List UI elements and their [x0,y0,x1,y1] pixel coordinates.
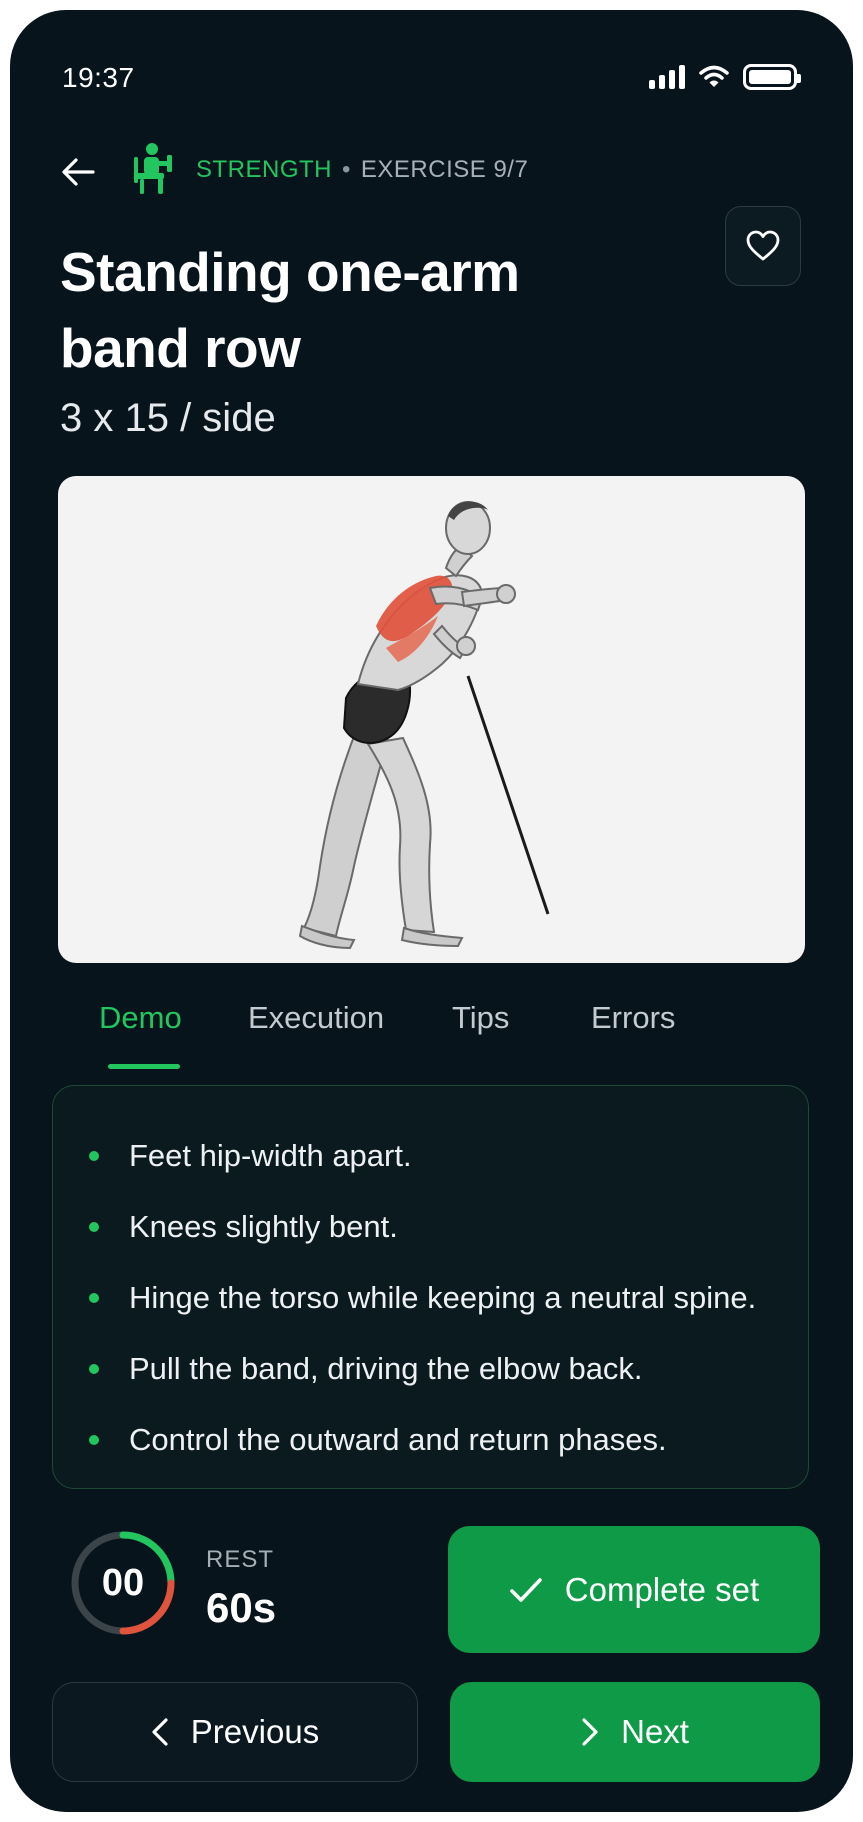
check-icon [509,1577,542,1602]
breadcrumb-separator: • [342,156,351,183]
instruction-item: Pull the band, driving the elbow back. [85,1333,774,1404]
seated-strength-icon [134,143,172,194]
instruction-text: Feet hip-width apart. [129,1137,412,1173]
instruction-text: Hinge the torso while keeping a neutral … [129,1279,757,1315]
instruction-item: Feet hip-width apart. [85,1120,774,1191]
bullet-dot [89,1363,99,1374]
instructions-list: Feet hip-width apart. Knees slightly ben… [85,1120,774,1475]
bullet-dot [89,1221,99,1232]
rest-duration: 60s [206,1584,277,1631]
exercise-tabs: Demo Execution Tips Errors [58,1000,805,1070]
rest-countdown: 00 [101,1561,145,1604]
exercise-title: Standing one-arm band row [60,241,520,379]
complete-set-label: Complete set [564,1570,760,1608]
back-button[interactable] [56,150,100,194]
arrow-left-icon [62,158,95,186]
previous-label: Previous [190,1713,320,1750]
status-time: 19:37 [62,62,135,93]
exercise-illustration [298,501,550,950]
active-tab-indicator [108,1064,180,1069]
instruction-item: Knees slightly bent. [85,1191,774,1262]
exercise-demo-image [58,476,805,963]
previous-button[interactable]: Previous [52,1682,418,1782]
sets-reps: 3 x 15 / side [60,396,276,440]
favorite-button[interactable] [725,206,801,286]
next-button[interactable]: Next [450,1682,820,1782]
battery-icon [743,64,801,90]
chevron-right-icon [582,1718,598,1746]
bullet-dot [89,1434,99,1445]
chevron-left-icon [152,1718,168,1746]
instruction-text: Control the outward and return phases. [129,1421,667,1457]
heart-icon [746,230,780,261]
wifi-icon [699,65,729,87]
rest-label: REST [206,1546,275,1573]
instructions-card: Feet hip-width apart. Knees slightly ben… [52,1085,809,1489]
instruction-item: Control the outward and return phases. [85,1404,774,1475]
tab-demo[interactable]: Demo [99,1000,182,1036]
exercise-counter: EXERCISE 9/7 [360,156,529,183]
complete-set-button[interactable]: Complete set [448,1526,820,1653]
bullet-dot [89,1292,99,1303]
bullet-dot [89,1150,99,1161]
instruction-text: Pull the band, driving the elbow back. [129,1350,643,1386]
phone-screen: 19:37 STRENGTH • EXERCISE 9/7 Standing o… [10,10,853,1812]
tab-tips[interactable]: Tips [452,1000,509,1036]
instruction-text: Knees slightly bent. [129,1208,398,1244]
instruction-item: Hinge the torso while keeping a neutral … [85,1262,774,1333]
tab-execution[interactable]: Execution [248,1000,384,1036]
exercise-breadcrumb: STRENGTH • EXERCISE 9/7 [196,156,528,184]
category-label: STRENGTH [196,156,332,183]
tab-errors[interactable]: Errors [591,1000,675,1036]
signal-icon [649,65,685,89]
next-label: Next [621,1713,689,1750]
status-icons [649,64,801,90]
